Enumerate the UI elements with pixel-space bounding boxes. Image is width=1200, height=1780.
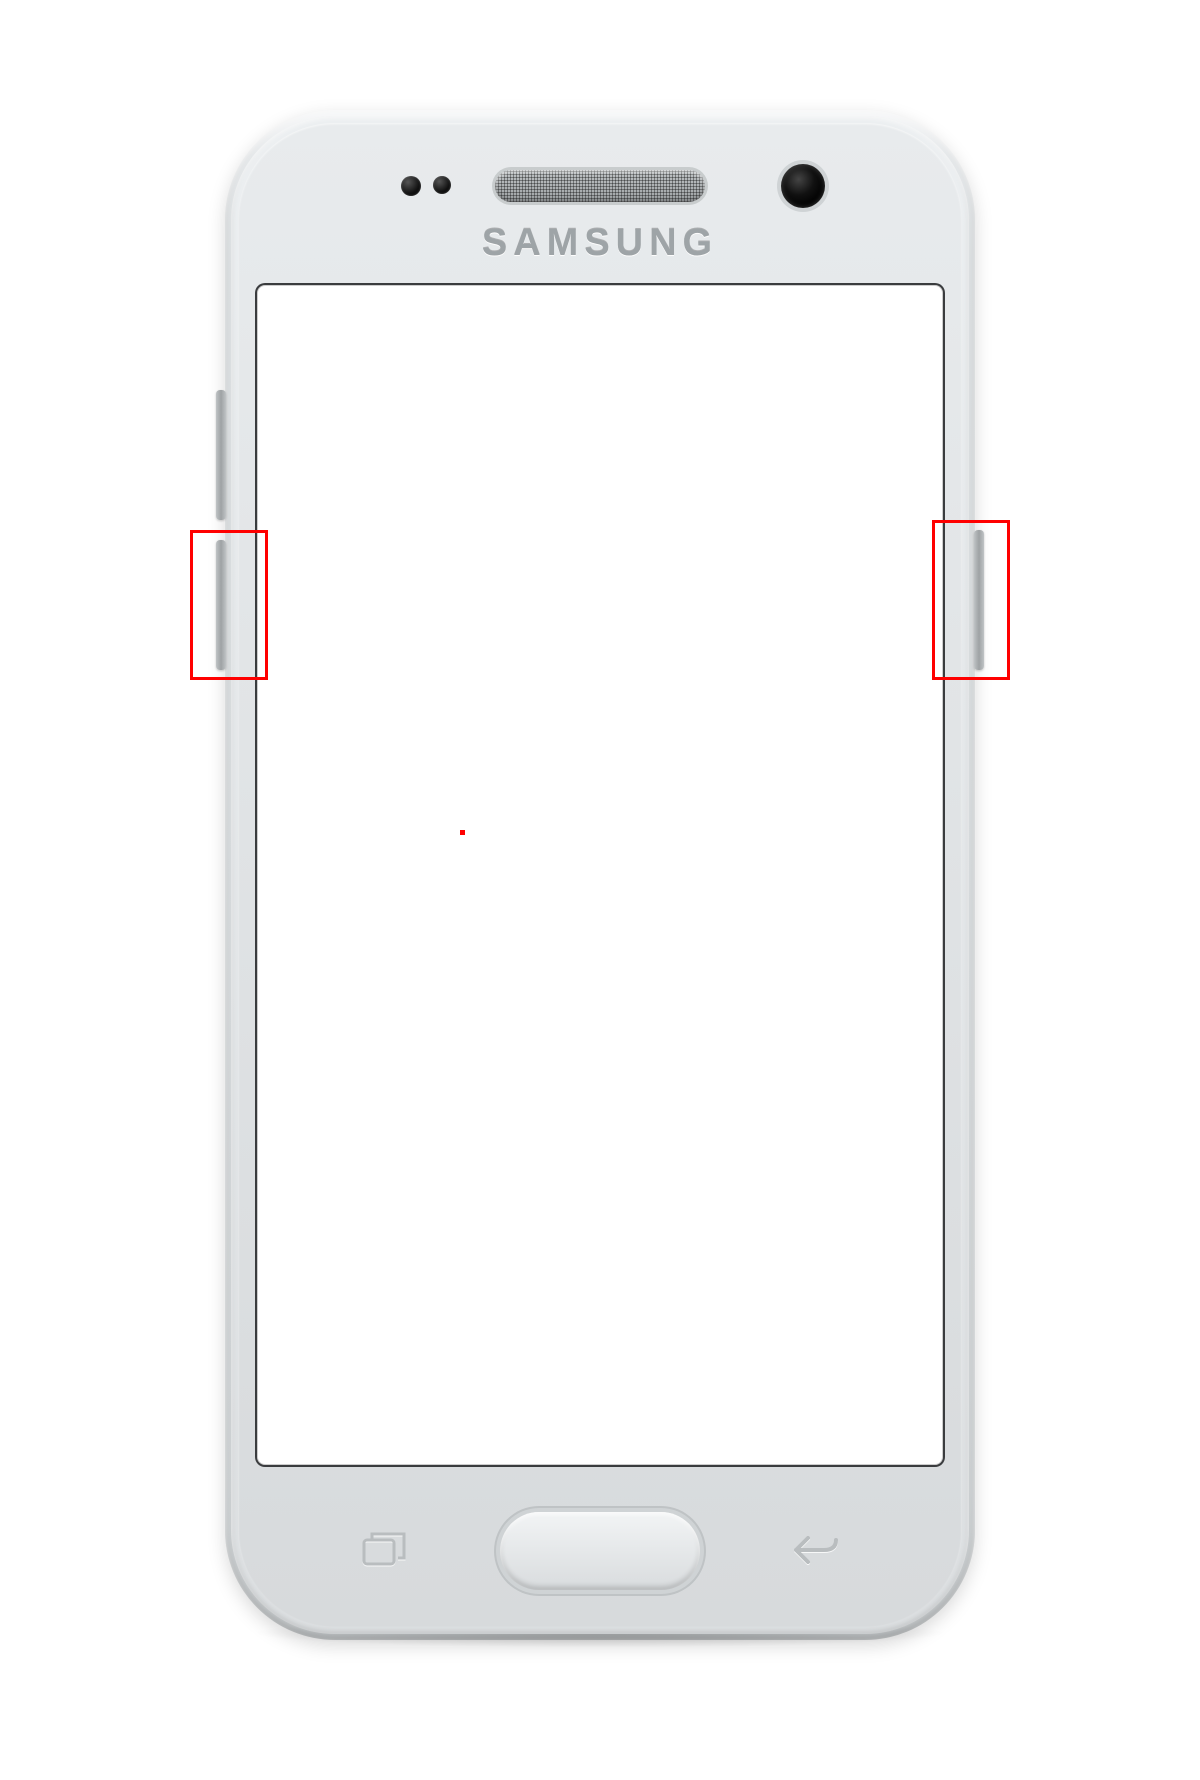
back-arrow-icon [790, 1532, 840, 1568]
top-bezel: SAMSUNG [225, 110, 975, 285]
home-button[interactable] [500, 1512, 700, 1590]
diagram-stage: SAMSUNG [200, 110, 1000, 1670]
phone-body: SAMSUNG [225, 110, 975, 1640]
highlight-box-right [932, 520, 1010, 680]
sensor-dot-icon [433, 176, 451, 194]
front-camera-icon [781, 164, 825, 208]
back-button[interactable] [785, 1525, 845, 1575]
sensor-dot-icon [401, 176, 421, 196]
red-marker-dot [460, 830, 465, 835]
highlight-box-left [190, 530, 268, 680]
proximity-sensors [395, 176, 457, 196]
phone-screen[interactable] [257, 285, 943, 1465]
earpiece-speaker [495, 170, 705, 202]
bottom-bezel [225, 1465, 975, 1640]
volume-up-button[interactable] [216, 390, 226, 520]
recent-apps-button[interactable] [355, 1525, 415, 1575]
brand-label: SAMSUNG [482, 222, 718, 265]
recent-apps-icon [362, 1532, 408, 1568]
